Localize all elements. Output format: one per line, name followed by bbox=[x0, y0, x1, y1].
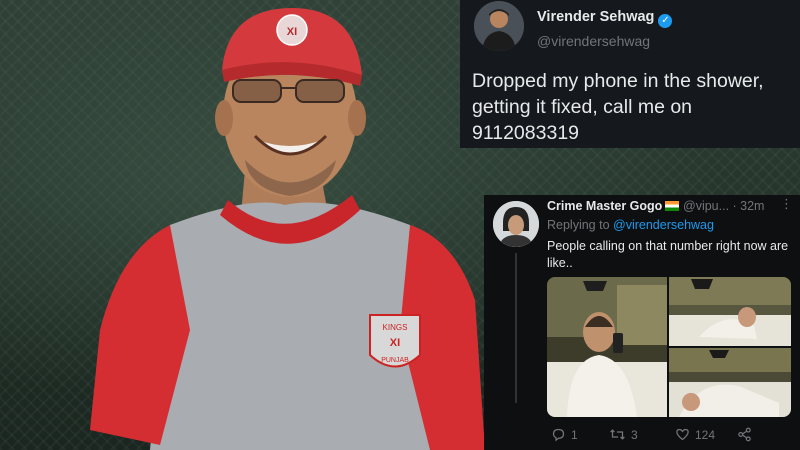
author-display-name[interactable]: Virender Sehwag bbox=[537, 9, 654, 25]
thread-line bbox=[515, 253, 517, 403]
author-avatar[interactable] bbox=[474, 1, 524, 51]
reply-avatar-image bbox=[493, 201, 539, 247]
more-options-icon[interactable]: ⋮ bbox=[780, 196, 793, 212]
reply-count: 1 bbox=[571, 428, 578, 442]
cap-logo: XI bbox=[276, 14, 308, 46]
author-handle[interactable]: @virendersehwag bbox=[537, 33, 650, 49]
reply-media-grid[interactable] bbox=[547, 277, 791, 417]
reply-author-name[interactable]: Crime Master Gogo bbox=[547, 199, 680, 213]
retweet-action[interactable]: 3 bbox=[609, 427, 638, 442]
main-tweet-card: Virender Sehwag ✓ @virendersehwag Dropped… bbox=[460, 0, 800, 148]
svg-text:PUNJAB: PUNJAB bbox=[381, 357, 409, 364]
replying-to: Replying to @virendersehwag bbox=[547, 218, 714, 232]
like-count: 124 bbox=[695, 428, 716, 442]
replying-prefix: Replying to bbox=[547, 218, 614, 232]
reply-text: People calling on that number right now … bbox=[547, 239, 789, 270]
media-image-3[interactable] bbox=[669, 348, 791, 417]
reply-action[interactable]: 1 bbox=[551, 427, 578, 442]
verified-badge-icon: ✓ bbox=[658, 14, 673, 28]
author-name[interactable]: Virender Sehwag ✓ bbox=[537, 9, 673, 28]
replying-handle-link[interactable]: @virendersehwag bbox=[613, 218, 714, 232]
tweet-text: Dropped my phone in the shower, getting … bbox=[472, 70, 764, 144]
like-action[interactable]: 124 bbox=[675, 427, 715, 442]
retweet-count: 3 bbox=[631, 428, 638, 442]
svg-text:XI: XI bbox=[287, 26, 297, 38]
person-photo: KINGS XI PUNJAB XI bbox=[90, 8, 485, 450]
india-flag-icon bbox=[665, 201, 680, 211]
reply-handle-time[interactable]: @vipu... · 32m bbox=[683, 199, 764, 213]
media-image-2[interactable] bbox=[669, 277, 791, 346]
reply-author-avatar[interactable] bbox=[493, 201, 539, 247]
share-icon bbox=[738, 427, 751, 442]
media-image-1[interactable] bbox=[547, 277, 667, 417]
reply-display-name[interactable]: Crime Master Gogo bbox=[547, 199, 662, 213]
tweet-actions: 1 3 124 bbox=[547, 427, 797, 445]
like-icon bbox=[676, 428, 689, 441]
retweet-icon bbox=[610, 429, 625, 440]
svg-text:KINGS: KINGS bbox=[383, 323, 408, 332]
avatar-image bbox=[474, 1, 524, 51]
shirt-badge: KINGS XI PUNJAB bbox=[369, 314, 421, 368]
reply-tweet-card: Crime Master Gogo @vipu... · 32m ⋮ Reply… bbox=[484, 195, 800, 450]
share-action[interactable] bbox=[737, 427, 757, 442]
svg-text:XI: XI bbox=[390, 337, 400, 349]
reply-icon bbox=[552, 428, 565, 442]
